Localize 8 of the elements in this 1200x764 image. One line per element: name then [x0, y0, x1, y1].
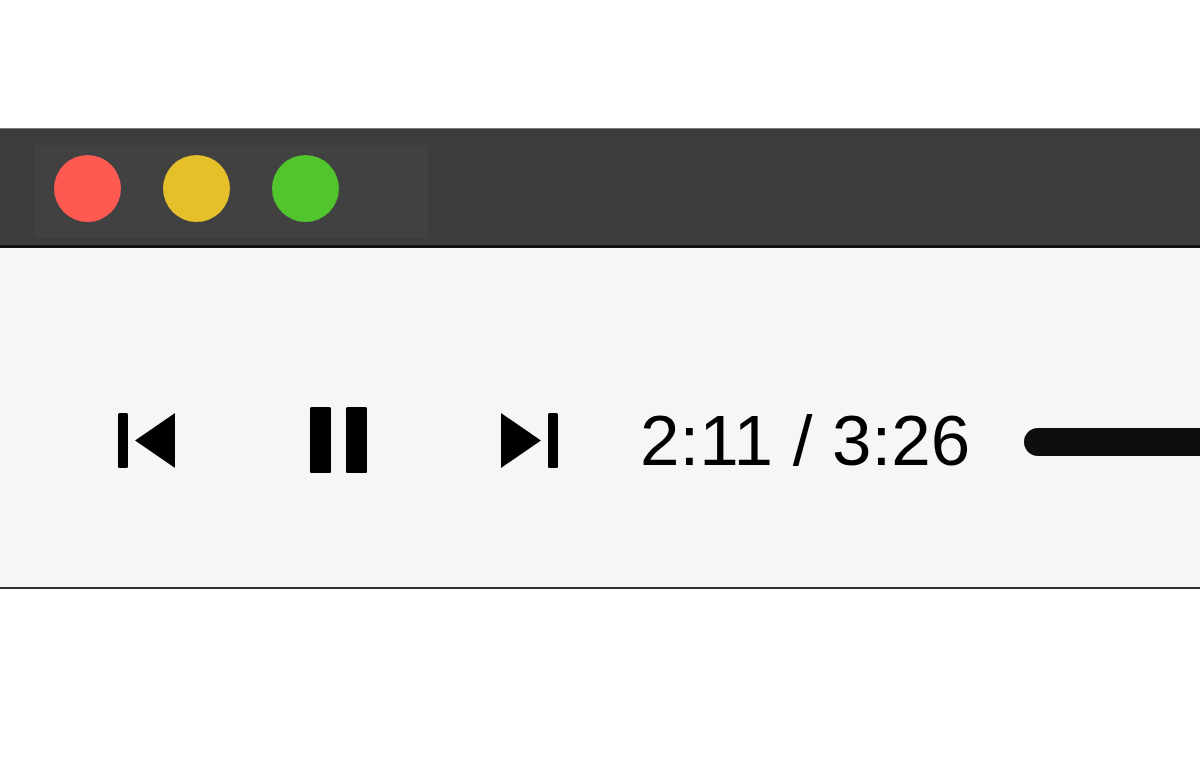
- seek-bar-track[interactable]: [1024, 428, 1200, 456]
- skip-forward-icon: [501, 412, 558, 468]
- playback-time: 2:11 / 3:26: [640, 404, 971, 476]
- skip-back-icon: [118, 412, 175, 468]
- previous-button[interactable]: [118, 412, 175, 468]
- pause-icon: [310, 407, 367, 473]
- pause-button[interactable]: [310, 407, 367, 473]
- next-button[interactable]: [501, 412, 558, 468]
